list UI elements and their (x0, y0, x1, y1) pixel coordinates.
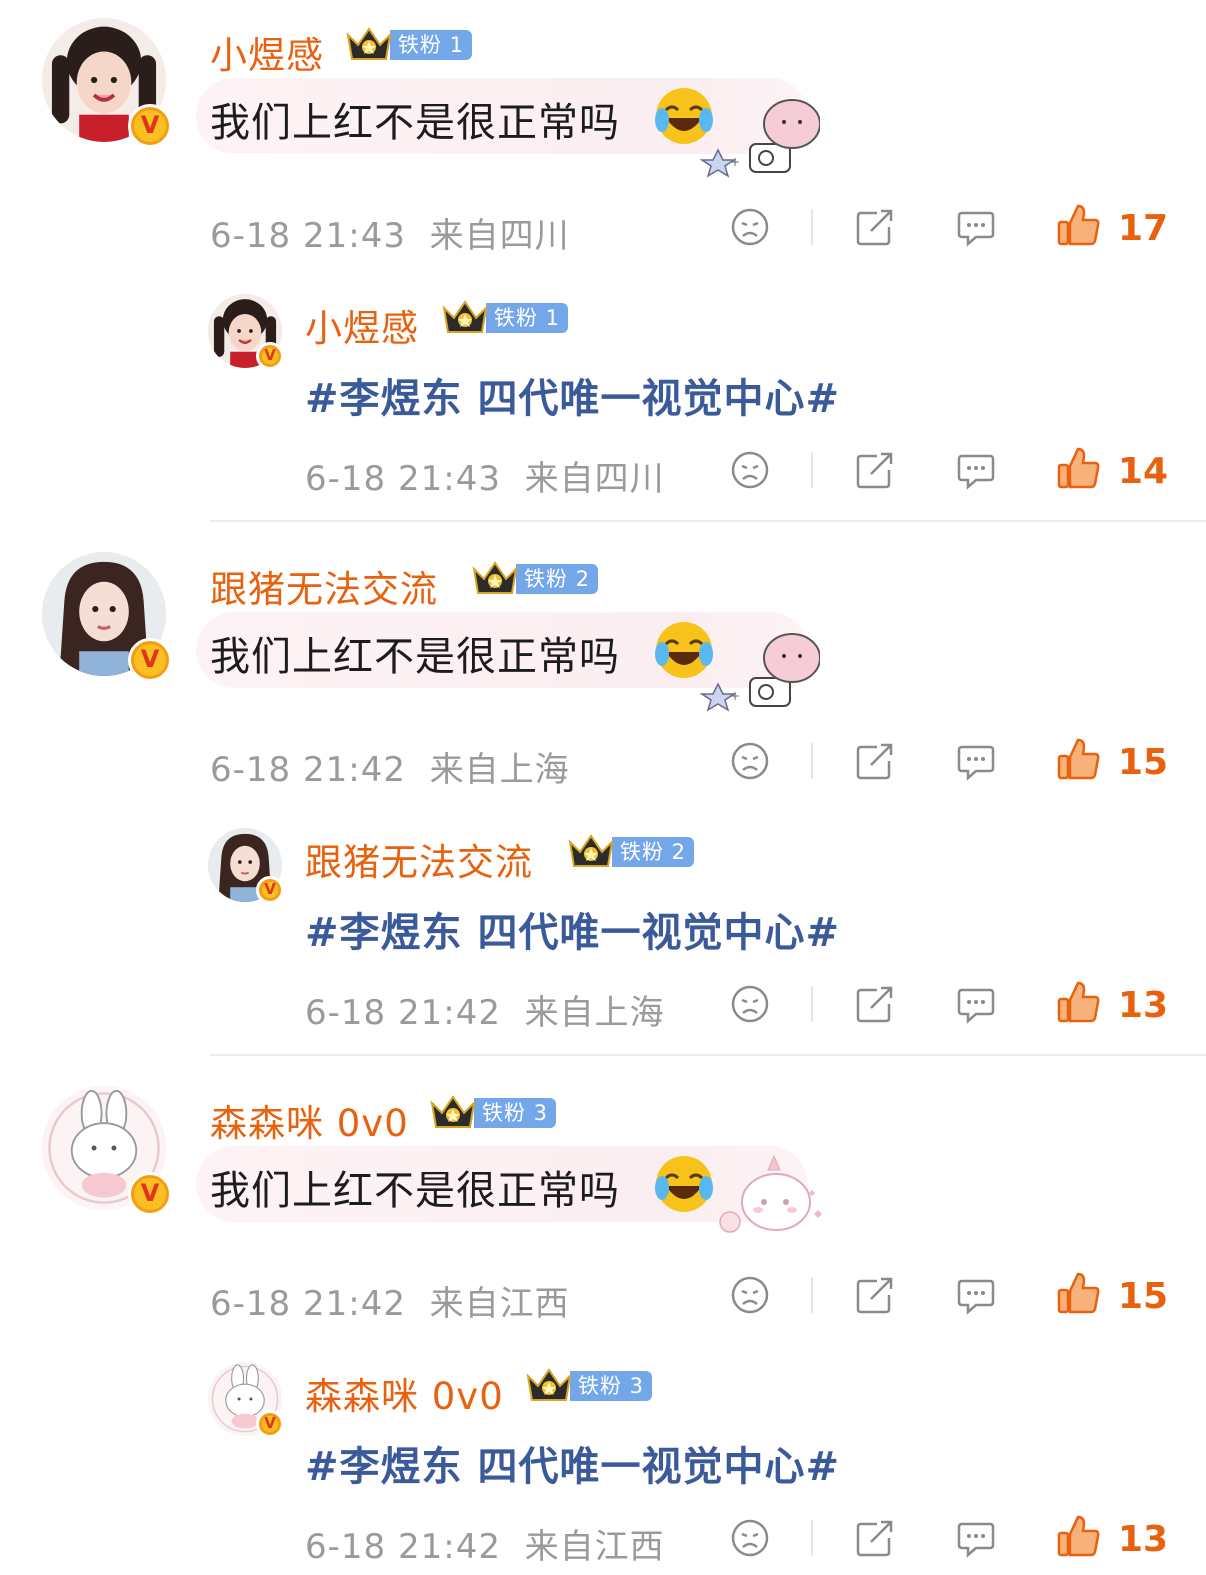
dislike-face-icon[interactable] (730, 207, 770, 247)
share-icon[interactable] (855, 1518, 895, 1558)
separator (210, 1054, 1206, 1056)
share-icon[interactable] (855, 984, 895, 1024)
timestamp: 6-18 21:43 (210, 216, 406, 256)
sticker-icon: + (700, 633, 820, 712)
thumbs-up-icon[interactable] (1057, 203, 1101, 247)
crown-icon (524, 1366, 574, 1406)
crown-icon (344, 25, 394, 65)
dislike-face-icon[interactable] (730, 741, 770, 781)
divider (811, 209, 813, 245)
comment-meta: 6-18 21:43 来自四川 (210, 208, 570, 257)
crown-icon (470, 559, 520, 599)
comment-icon[interactable] (956, 1275, 996, 1315)
verified-v-icon: V (256, 1410, 284, 1438)
svg-text:+: + (730, 689, 740, 703)
thumbs-up-icon[interactable] (1057, 1514, 1101, 1558)
comment-meta: 6-18 21:42 来自江西 (210, 1276, 570, 1325)
fan-badge[interactable]: 铁粉 1 (344, 25, 473, 65)
fan-badge-label: 铁粉 1 (486, 303, 569, 333)
share-icon[interactable] (855, 741, 895, 781)
comment-icon[interactable] (956, 741, 996, 781)
laugh-cry-emoji (655, 1156, 713, 1212)
fan-badge[interactable]: 铁粉 2 (470, 559, 599, 599)
fan-badge[interactable]: 铁粉 1 (440, 298, 569, 338)
username[interactable]: 小煜感 (210, 25, 324, 79)
like-count: 15 (1118, 742, 1169, 783)
crown-icon (440, 298, 490, 338)
like-count: 15 (1118, 1276, 1169, 1317)
username[interactable]: 森森咪 0v0 (210, 1093, 409, 1147)
divider (811, 743, 813, 779)
share-icon[interactable] (855, 450, 895, 490)
divider (811, 452, 813, 488)
username[interactable]: 森森咪 0v0 (305, 1366, 504, 1420)
share-icon[interactable] (855, 1275, 895, 1315)
separator (210, 520, 1206, 522)
crown-icon (428, 1093, 478, 1133)
fan-badge-label: 铁粉 2 (612, 837, 695, 867)
comment-meta: 6-18 21:42 来自上海 (210, 742, 570, 791)
verified-v-icon: V (128, 638, 172, 682)
thumbs-up-icon[interactable] (1057, 446, 1101, 490)
comment-text: 我们上红不是很正常吗 (210, 634, 620, 680)
dislike-face-icon[interactable] (730, 450, 770, 490)
dislike-face-icon[interactable] (730, 1518, 770, 1558)
verified-v-icon: V (128, 1172, 172, 1216)
location: 来自上海 (524, 993, 665, 1033)
comment-meta: 6-18 21:43 来自四川 (305, 451, 665, 500)
timestamp: 6-18 21:42 (305, 1527, 501, 1567)
divider (811, 1520, 813, 1556)
comment-icon[interactable] (956, 450, 996, 490)
timestamp: 6-18 21:42 (210, 1284, 406, 1324)
like-count: 13 (1118, 1519, 1169, 1560)
verified-v-icon: V (128, 104, 172, 148)
comment-text: 我们上红不是很正常吗 (210, 1168, 620, 1214)
fan-badge-label: 铁粉 1 (390, 30, 473, 60)
location: 来自四川 (429, 216, 570, 256)
thumbs-up-icon[interactable] (1057, 1271, 1101, 1315)
sticker-icon: + (700, 99, 820, 178)
comment-icon[interactable] (956, 984, 996, 1024)
timestamp: 6-18 21:42 (210, 750, 406, 790)
comment-text: 我们上红不是很正常吗 (210, 100, 620, 146)
username[interactable]: 跟猪无法交流 (210, 559, 438, 613)
verified-v-icon: V (256, 342, 284, 370)
comment-icon[interactable] (956, 1518, 996, 1558)
sticker-icon (719, 1154, 822, 1233)
like-count: 17 (1118, 208, 1169, 249)
fan-badge-label: 铁粉 3 (570, 1371, 653, 1401)
topic-link[interactable]: #李煜东 四代唯一视觉中心# (305, 366, 840, 424)
location: 来自江西 (524, 1527, 665, 1567)
crown-icon (566, 832, 616, 872)
username[interactable]: 跟猪无法交流 (305, 832, 533, 886)
location: 来自四川 (524, 459, 665, 499)
svg-text:+: + (730, 155, 740, 169)
fan-badge[interactable]: 铁粉 3 (428, 1093, 557, 1133)
timestamp: 6-18 21:43 (305, 459, 501, 499)
topic-link[interactable]: #李煜东 四代唯一视觉中心# (305, 1434, 840, 1492)
like-count: 14 (1118, 451, 1169, 492)
divider (811, 1277, 813, 1313)
comment-meta: 6-18 21:42 来自江西 (305, 1519, 665, 1568)
verified-v-icon: V (256, 876, 284, 904)
topic-link[interactable]: #李煜东 四代唯一视觉中心# (305, 900, 840, 958)
fan-badge[interactable]: 铁粉 3 (524, 1366, 653, 1406)
location: 来自上海 (429, 750, 570, 790)
divider (811, 986, 813, 1022)
username[interactable]: 小煜感 (305, 298, 419, 352)
thumbs-up-icon[interactable] (1057, 980, 1101, 1024)
timestamp: 6-18 21:42 (305, 993, 501, 1033)
fan-badge[interactable]: 铁粉 2 (566, 832, 695, 872)
comment-meta: 6-18 21:42 来自上海 (305, 985, 665, 1034)
dislike-face-icon[interactable] (730, 984, 770, 1024)
like-count: 13 (1118, 985, 1169, 1026)
fan-badge-label: 铁粉 3 (474, 1098, 557, 1128)
fan-badge-label: 铁粉 2 (516, 564, 599, 594)
dislike-face-icon[interactable] (730, 1275, 770, 1315)
thumbs-up-icon[interactable] (1057, 737, 1101, 781)
comment-icon[interactable] (956, 207, 996, 247)
location: 来自江西 (429, 1284, 570, 1324)
share-icon[interactable] (855, 207, 895, 247)
